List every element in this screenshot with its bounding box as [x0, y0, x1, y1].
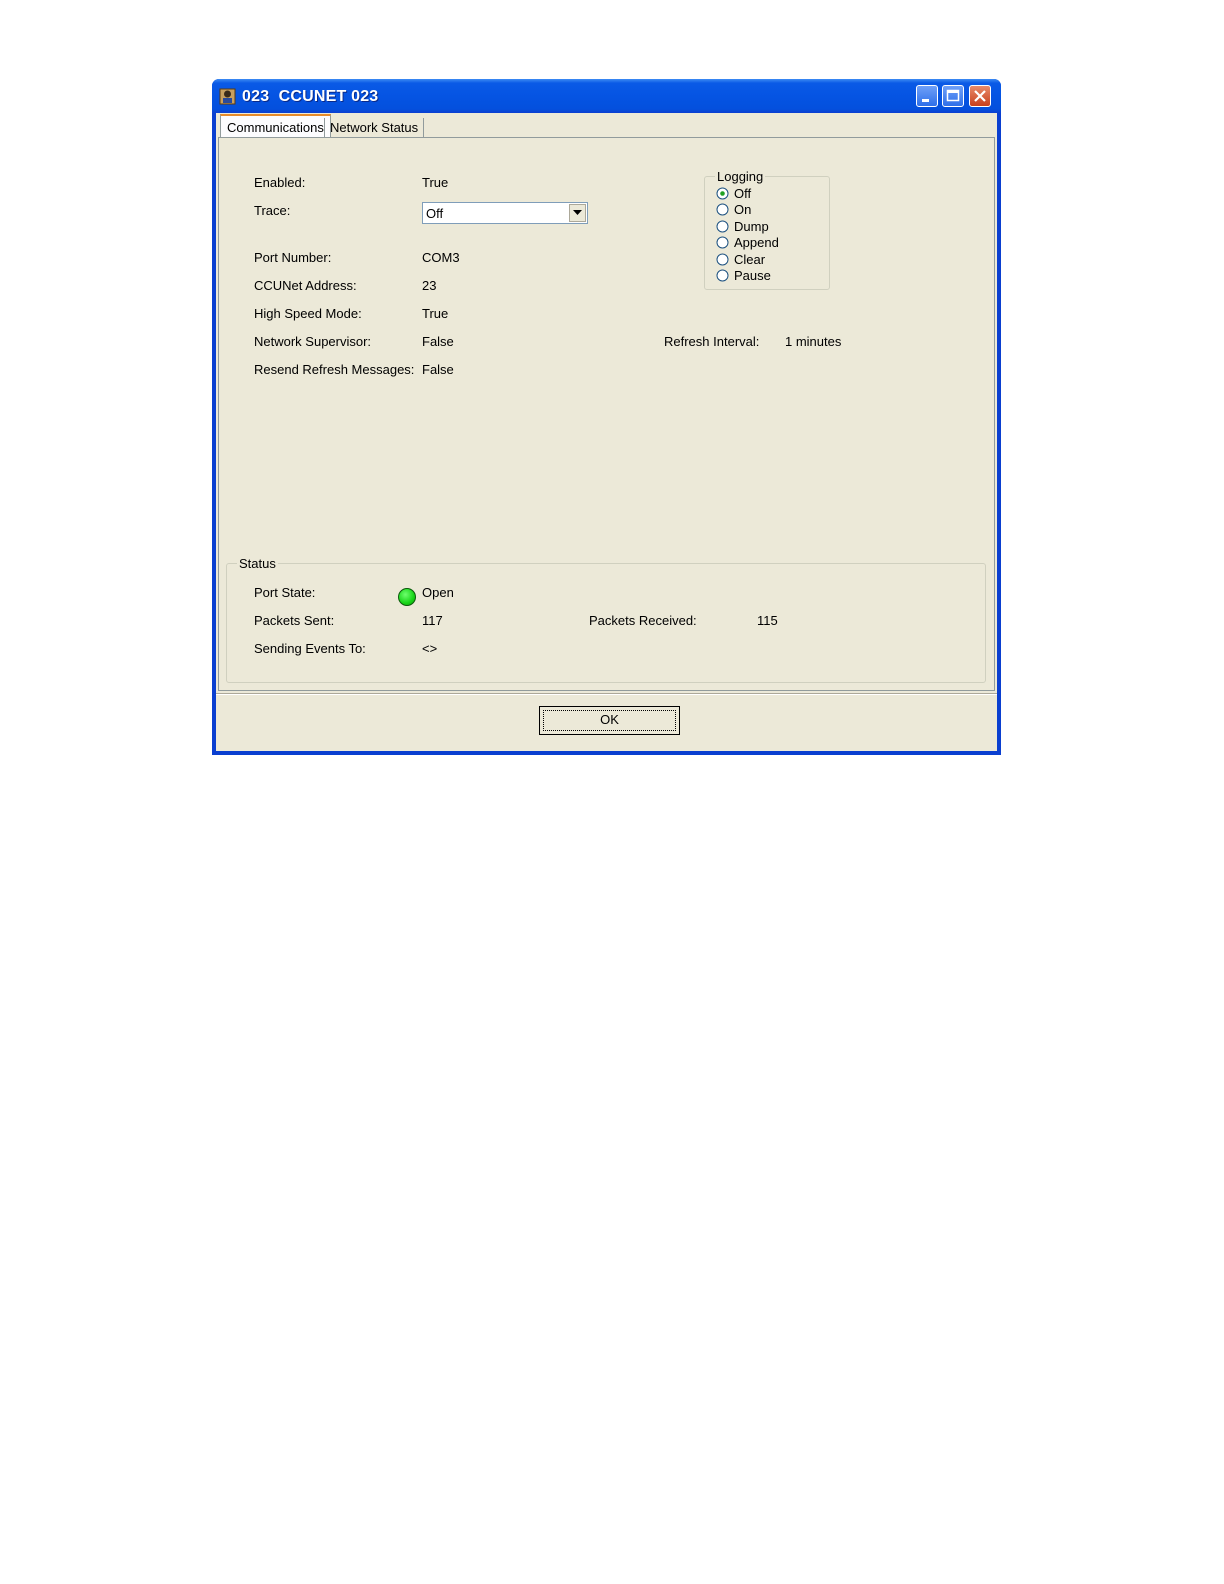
logging-option-label[interactable]: Pause: [734, 268, 771, 283]
ok-button[interactable]: OK: [539, 706, 680, 735]
logging-radio-off[interactable]: [716, 187, 730, 201]
ccunet-address-value: 23: [422, 278, 437, 293]
dialog-client-area: Communications Network Status Enabled: T…: [216, 113, 997, 751]
chevron-down-icon: [573, 210, 582, 215]
logging-option-label[interactable]: Append: [734, 235, 779, 250]
tab-communications[interactable]: Communications: [220, 114, 331, 139]
tab-network-status[interactable]: Network Status: [324, 118, 425, 139]
port-number-value: COM3: [422, 250, 460, 265]
logging-option-label[interactable]: Clear: [734, 252, 765, 267]
maximize-icon: [946, 89, 960, 102]
status-group-title: Status: [237, 556, 278, 571]
high-speed-mode-value: True: [422, 306, 449, 321]
button-separator: [216, 693, 997, 695]
logging-group: Logging Off On Dump Append Clear Pause: [704, 169, 830, 290]
logging-radio-clear[interactable]: [716, 253, 730, 267]
resend-refresh-label: Resend Refresh Messages:: [254, 362, 415, 377]
network-supervisor-value: False: [422, 334, 454, 349]
logging-radio-dump[interactable]: [716, 220, 730, 234]
title-bar[interactable]: 023 CCUNET 023: [212, 79, 1001, 113]
logging-option-label[interactable]: Dump: [734, 219, 769, 234]
radio-icon: [716, 203, 729, 216]
minimize-icon: [922, 99, 929, 102]
logging-option-label[interactable]: On: [734, 202, 751, 217]
packets-sent-label: Packets Sent:: [254, 613, 335, 628]
trace-label: Trace:: [254, 203, 291, 218]
network-supervisor-label: Network Supervisor:: [254, 334, 372, 349]
close-button[interactable]: [969, 85, 991, 107]
enabled-label: Enabled:: [254, 175, 306, 190]
port-number-label: Port Number:: [254, 250, 332, 265]
logging-radio-on[interactable]: [716, 203, 730, 217]
logging-group-title: Logging: [715, 169, 766, 184]
refresh-interval-label: Refresh Interval:: [664, 334, 760, 349]
tab-strip: Communications Network Status: [216, 113, 997, 139]
trace-dropdown-value: Off: [426, 206, 444, 221]
radio-icon: [716, 187, 729, 200]
maximize-button[interactable]: [942, 85, 964, 107]
radio-icon: [716, 236, 729, 249]
app-icon: [219, 88, 236, 105]
trace-dropdown-button[interactable]: [569, 204, 586, 222]
logging-radio-pause[interactable]: [716, 269, 730, 283]
sending-events-to-value: <>: [422, 641, 438, 656]
radio-icon: [716, 269, 729, 282]
resend-refresh-value: False: [422, 362, 454, 377]
logging-option-label[interactable]: Off: [734, 186, 751, 201]
port-state-value: Open: [422, 585, 454, 600]
packets-sent-value: 117: [422, 613, 443, 628]
enabled-value: True: [422, 175, 449, 190]
port-state-label: Port State:: [254, 585, 316, 600]
trace-dropdown[interactable]: Off: [422, 202, 588, 224]
logging-radio-append[interactable]: [716, 236, 730, 250]
ok-button-label: OK: [600, 712, 619, 727]
ccunet-address-label: CCUNet Address:: [254, 278, 357, 293]
radio-icon: [716, 253, 729, 266]
sending-events-to-label: Sending Events To:: [254, 641, 366, 656]
port-state-indicator-icon: [398, 588, 416, 606]
window-title: 023 CCUNET 023: [242, 88, 379, 105]
minimize-button[interactable]: [916, 85, 938, 107]
high-speed-mode-label: High Speed Mode:: [254, 306, 362, 321]
dialog-window: 023 CCUNET 023 Communications Network St…: [212, 79, 1001, 755]
refresh-interval-value: 1 minutes: [785, 334, 842, 349]
packets-received-label: Packets Received:: [589, 613, 697, 628]
packets-received-value: 115: [757, 613, 778, 628]
radio-icon: [716, 220, 729, 233]
close-icon: [974, 90, 986, 102]
